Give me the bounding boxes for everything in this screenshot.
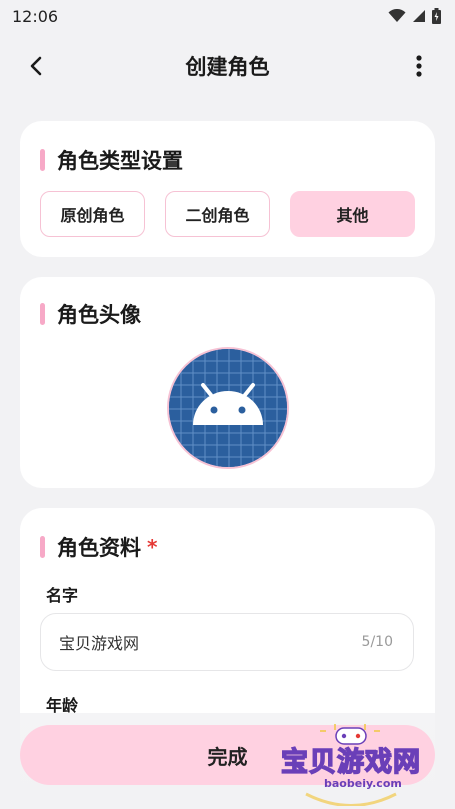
profile-title: 角色资料 (57, 536, 141, 560)
battery-icon (432, 8, 441, 24)
status-bar: 12:06 (0, 0, 455, 32)
required-mark: * (147, 535, 158, 559)
watermark-text: 宝贝游戏网 (280, 746, 421, 779)
role-type-other-button[interactable]: 其他 (290, 191, 415, 237)
role-type-heading: 角色类型设置 (40, 145, 183, 175)
role-type-card: 角色类型设置 原创角色 二创角色 其他 (20, 121, 435, 257)
section-accent-bar (40, 536, 45, 558)
android-robot-icon (169, 349, 287, 467)
app-bar: 创建角色 (0, 36, 455, 96)
role-type-title: 角色类型设置 (57, 149, 183, 173)
chevron-left-icon (30, 56, 42, 76)
role-type-derivative-button[interactable]: 二创角色 (165, 191, 270, 237)
back-button[interactable] (20, 50, 52, 82)
watermark-logo: 宝贝游戏网 baobeiy.com (276, 722, 426, 806)
name-char-count: 5/10 (361, 634, 393, 650)
section-accent-bar (40, 149, 45, 171)
status-time: 12:06 (12, 6, 59, 26)
wifi-icon (388, 9, 406, 22)
more-options-button[interactable] (403, 50, 435, 82)
name-value: 宝贝游戏网 (59, 634, 140, 653)
avatar-card: 角色头像 (20, 277, 435, 488)
role-type-options: 原创角色 二创角色 其他 (40, 191, 415, 237)
avatar-picker[interactable] (167, 347, 289, 469)
name-input[interactable]: 宝贝游戏网 5/10 (40, 613, 414, 671)
more-vertical-icon (416, 55, 422, 77)
signal-icon (413, 10, 425, 22)
name-label: 名字 (46, 586, 79, 605)
role-type-original-button[interactable]: 原创角色 (40, 191, 145, 237)
section-accent-bar (40, 303, 45, 325)
profile-heading: 角色资料 * (40, 532, 157, 562)
status-icons (388, 8, 441, 24)
page-title: 创建角色 (185, 55, 270, 79)
avatar-title: 角色头像 (57, 303, 141, 327)
watermark-url: baobeiy.com (324, 777, 402, 790)
avatar-heading: 角色头像 (40, 299, 141, 329)
